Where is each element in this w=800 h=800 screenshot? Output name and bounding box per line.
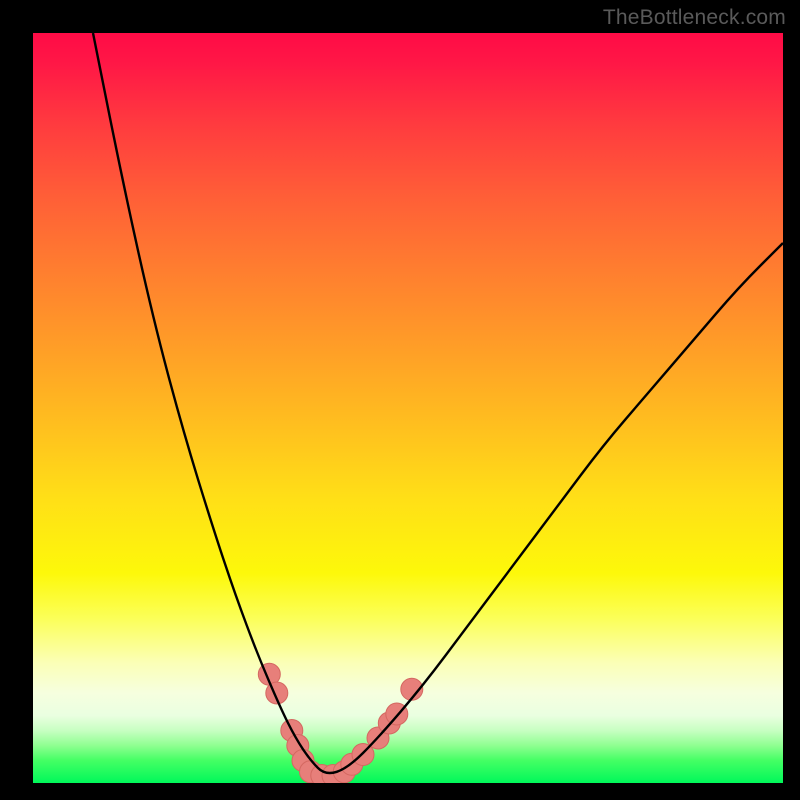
plot-area	[33, 33, 783, 783]
chart-frame: TheBottleneck.com	[0, 0, 800, 800]
markers-group	[258, 663, 423, 783]
bottleneck-curve	[93, 33, 783, 773]
watermark-text: TheBottleneck.com	[603, 6, 786, 30]
chart-svg	[33, 33, 783, 783]
